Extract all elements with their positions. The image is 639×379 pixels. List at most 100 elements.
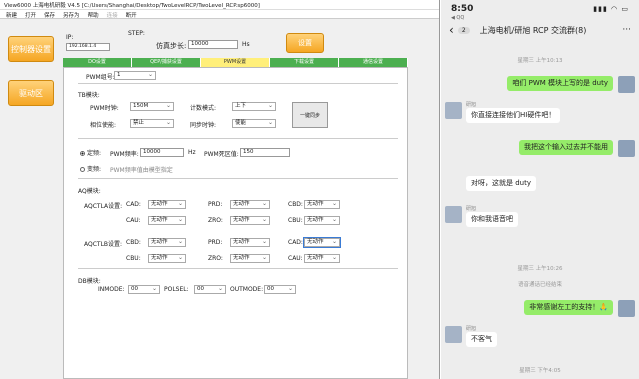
back-arrow-icon[interactable]: ‹ bbox=[449, 23, 454, 37]
aq-select[interactable]: 无动作 bbox=[148, 254, 186, 263]
divider bbox=[78, 178, 398, 179]
menu-connect[interactable]: 连接 bbox=[107, 11, 118, 19]
unread-badge: 2 bbox=[457, 26, 470, 34]
phone-chat-screen: 8:50 ▮▮▮ ◠ ▭ ◀ QQ ‹ 2 上海电机/研旭 RCP 交流群(8)… bbox=[441, 0, 639, 379]
fixed-freq-radio[interactable]: 定频: bbox=[80, 148, 101, 157]
more-icon[interactable]: ··· bbox=[622, 25, 631, 35]
menu-bar: 新建 打开 保存 另存为 帮助 连接 断开 bbox=[0, 10, 439, 19]
tab-qep[interactable]: QEP/捕获设置 bbox=[132, 58, 201, 67]
aq-select[interactable]: 无动作 bbox=[148, 238, 186, 247]
chat-bubble-them: 对呀，这就是 duty bbox=[466, 176, 536, 191]
tab-download[interactable]: 下载设置 bbox=[270, 58, 339, 67]
timestamp: 星期三 上午10:26 bbox=[517, 266, 563, 272]
aqctla-label: AQCTLA设置: bbox=[84, 203, 123, 210]
chat-bubble-me: 我把这个输入过去并不能用 bbox=[519, 140, 613, 155]
aq-select-focused[interactable]: 无动作 bbox=[303, 237, 341, 248]
aq-label: CAD: bbox=[126, 201, 141, 208]
set-button[interactable]: 设置 bbox=[286, 33, 324, 53]
sim-step-unit: Hs bbox=[242, 41, 250, 48]
group-name: 上海电机/研旭 RCP 交流群(8) bbox=[479, 25, 587, 35]
chat-bubble-them: 不客气 bbox=[466, 332, 497, 347]
count-mode-select[interactable]: 上下 bbox=[232, 102, 276, 111]
phase-enable-select[interactable]: 禁止 bbox=[130, 119, 174, 128]
phase-enable-label: 相位使能: bbox=[90, 122, 117, 129]
call-ended-notice: 语音通话已经结束 bbox=[517, 282, 562, 288]
pwm-freq-input[interactable]: 10000 bbox=[140, 148, 184, 157]
sender-name: 研旭 bbox=[466, 102, 477, 108]
chat-bubble-them: 你直接连接他们HI硬件吧！ bbox=[466, 108, 561, 123]
menu-help[interactable]: 帮助 bbox=[88, 11, 99, 19]
desktop-app-window: View6000 上海电机研毅 V4.5 [C:/Users/Shanghai/… bbox=[0, 0, 440, 379]
pwm-freq-unit: Hz bbox=[188, 149, 196, 156]
aq-select[interactable]: 无动作 bbox=[304, 200, 340, 209]
pwm-clock-select[interactable]: 150M bbox=[130, 102, 174, 111]
aq-select[interactable]: 无动作 bbox=[148, 216, 186, 225]
aq-label: ZRO: bbox=[208, 217, 223, 224]
aq-label: PRD: bbox=[208, 201, 223, 208]
aqctlb-label: AQCTLB设置: bbox=[84, 241, 123, 248]
aq-select[interactable]: 无动作 bbox=[230, 238, 270, 247]
aq-label: CBU: bbox=[126, 255, 141, 262]
polsel-label: POLSEL: bbox=[164, 286, 189, 293]
aq-select[interactable]: 无动作 bbox=[230, 216, 270, 225]
timestamp: 星期三 下午4:05 bbox=[519, 368, 561, 374]
deadband-input[interactable]: 150 bbox=[240, 148, 290, 157]
chat-bubble-them: 你和我语音吧 bbox=[466, 212, 518, 227]
pwm-group-select[interactable]: 1 bbox=[114, 71, 156, 80]
divider bbox=[78, 83, 398, 84]
var-freq-radio[interactable]: 变频: bbox=[80, 164, 101, 173]
aq-label: CBD: bbox=[288, 201, 303, 208]
ip-input[interactable]: 192.168.1.4 bbox=[66, 43, 110, 51]
outmode-label: OUTMODE: bbox=[230, 286, 264, 293]
avatar bbox=[618, 140, 635, 157]
controller-settings-button[interactable]: 控制器设置 bbox=[8, 36, 54, 62]
step-label: STEP: bbox=[128, 30, 145, 37]
menu-new[interactable]: 新建 bbox=[6, 11, 17, 19]
count-mode-label: 计数模式: bbox=[190, 105, 217, 112]
signal-wifi-battery-icon: ▮▮▮ ◠ ▭ bbox=[593, 5, 629, 13]
chat-bubble-me: 咱们 PWM 模块上写的是 duty bbox=[507, 76, 613, 91]
radio-unselected-icon bbox=[80, 167, 85, 172]
var-freq-label: 变频: bbox=[87, 166, 102, 173]
sync-clock-select[interactable]: 使能 bbox=[232, 119, 276, 128]
aq-select[interactable]: 无动作 bbox=[230, 254, 270, 263]
sim-step-label: 仿真步长: bbox=[156, 42, 187, 50]
avatar bbox=[445, 326, 462, 343]
outmode-select[interactable]: 00 bbox=[264, 285, 296, 294]
drive-area-button[interactable]: 驱动区 bbox=[8, 80, 54, 106]
aq-label: PRD: bbox=[208, 239, 223, 246]
chat-bubble-me: 非常感谢左工的支持！🙏 bbox=[524, 300, 613, 315]
aq-label: CAD: bbox=[288, 239, 303, 246]
pwm-freq-label: PWM频率: bbox=[110, 151, 139, 158]
menu-save[interactable]: 保存 bbox=[44, 11, 55, 19]
sim-step-input[interactable]: 10000 bbox=[188, 40, 238, 49]
tab-pwm[interactable]: PWM设置 bbox=[201, 58, 270, 67]
divider bbox=[78, 138, 398, 139]
aq-label: CAU: bbox=[126, 217, 141, 224]
polsel-select[interactable]: 00 bbox=[194, 285, 226, 294]
tab-comm[interactable]: 通信设置 bbox=[339, 58, 408, 67]
divider bbox=[78, 268, 398, 269]
sender-name: 研旭 bbox=[466, 206, 477, 212]
settings-tabs: DO设置 QEP/捕获设置 PWM设置 下载设置 通信设置 bbox=[63, 58, 408, 67]
inmode-select[interactable]: 00 bbox=[128, 285, 160, 294]
inmode-label: INMODE: bbox=[98, 286, 125, 293]
aq-select[interactable]: 无动作 bbox=[148, 200, 186, 209]
menu-disconnect[interactable]: 断开 bbox=[126, 11, 137, 19]
aq-title: AQ模块: bbox=[78, 188, 101, 195]
aq-label: CBD: bbox=[126, 239, 141, 246]
window-title: View6000 上海电机研毅 V4.5 [C:/Users/Shanghai/… bbox=[0, 0, 439, 10]
tab-do[interactable]: DO设置 bbox=[63, 58, 132, 67]
menu-open[interactable]: 打开 bbox=[25, 11, 36, 19]
tb-title: TB模块: bbox=[78, 92, 100, 99]
aq-select[interactable]: 无动作 bbox=[230, 200, 270, 209]
aq-select[interactable]: 无动作 bbox=[304, 254, 340, 263]
db-title: DB模块: bbox=[78, 278, 101, 285]
avatar bbox=[445, 206, 462, 223]
aq-select[interactable]: 无动作 bbox=[304, 216, 340, 225]
aq-label: ZRO: bbox=[208, 255, 223, 262]
one-click-sync-button[interactable]: 一键同步 bbox=[292, 102, 328, 128]
menu-save-as[interactable]: 另存为 bbox=[63, 11, 80, 19]
back-to-app[interactable]: ◀ QQ bbox=[451, 15, 464, 21]
pwm-clock-label: PWM时钟: bbox=[90, 105, 119, 112]
